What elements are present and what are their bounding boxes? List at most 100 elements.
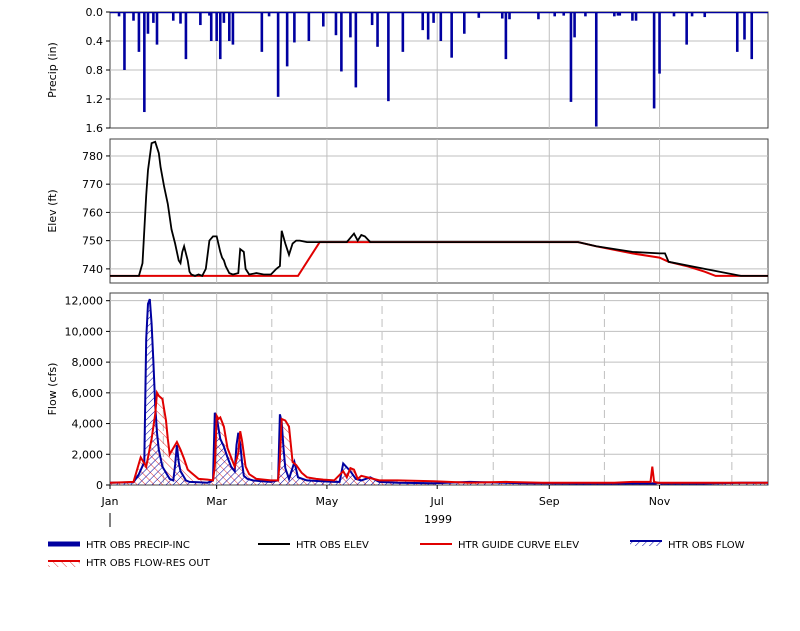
hydrograph-chart: 0.0 0.4 0.8 1.2 1.6 740 750 760 770 780 0 2,000 4,00… (46, 6, 769, 569)
flow-xtick-label: Nov (649, 495, 671, 508)
precip-bar (690, 12, 694, 17)
precip-bar (184, 12, 188, 60)
year-label: 1999 (424, 513, 452, 526)
precip-ytick-label: 1.2 (86, 93, 104, 106)
precip-bar (743, 12, 746, 40)
precip-bar (569, 12, 573, 102)
precip-bar (218, 12, 222, 60)
precip-bar (228, 12, 231, 41)
precip-bar (634, 12, 638, 21)
precip-bar (450, 12, 453, 58)
precip-bar (750, 12, 754, 60)
precip-bar (370, 12, 374, 26)
precip-bar (260, 12, 264, 52)
legend: HTR OBS PRECIP-INC HTR OBS ELEV HTR GUID… (48, 540, 745, 569)
precip-bar (340, 12, 343, 72)
precip-bar (421, 12, 425, 31)
flow-xtick-label: May (316, 495, 339, 508)
precip-bar (285, 12, 289, 67)
precip-bar (117, 12, 121, 17)
precip-bar (376, 12, 379, 47)
flow-ytick-label: 12,000 (65, 295, 104, 308)
legend-label-guide-curve: HTR GUIDE CURVE ELEV (458, 540, 579, 551)
legend-label-res-out: HTR OBS FLOW-RES OUT (86, 558, 211, 569)
precip-bar (171, 12, 175, 21)
precip-bar (293, 12, 296, 43)
precip-bar (123, 12, 126, 70)
precip-bar (143, 12, 146, 113)
legend-label-precip: HTR OBS PRECIP-INC (86, 540, 190, 551)
precip-bar (500, 12, 504, 19)
precip-bar (231, 12, 235, 45)
flow-ylabel: Flow (cfs) (46, 363, 59, 416)
precip-bar (215, 12, 218, 41)
legend-item-obs-flow: HTR OBS FLOW (630, 540, 745, 551)
elev-ytick-label: 780 (82, 150, 103, 163)
precip-bar (276, 12, 280, 97)
precip-ylabel: Precip (in) (46, 42, 59, 98)
precip-bar (594, 12, 598, 127)
chart-root: 0.0 0.4 0.8 1.2 1.6 740 750 760 770 780 0 2,000 4,00… (0, 0, 800, 627)
flow-ytick-label: 0 (96, 479, 103, 492)
precip-bar (137, 12, 141, 52)
precip-bar (658, 12, 661, 74)
precip-bar (267, 12, 271, 17)
precip-bar (354, 12, 358, 88)
precip-ytick-label: 0.8 (86, 64, 104, 77)
legend-label-obs-flow: HTR OBS FLOW (668, 540, 745, 551)
precip-ytick-label: 0.4 (86, 35, 104, 48)
legend-item-res-out: HTR OBS FLOW-RES OUT (48, 558, 211, 569)
flow-ytick-label: 4,000 (72, 418, 104, 431)
precip-bar (652, 12, 656, 109)
precip-ytick-label: 1.6 (86, 122, 104, 135)
legend-label-obs-elev: HTR OBS ELEV (296, 540, 369, 551)
precip-bar (401, 12, 405, 52)
flow-xtick-label: Mar (206, 495, 227, 508)
precip-bar (508, 12, 511, 20)
precip-bar (685, 12, 688, 45)
precip-bar (463, 12, 466, 34)
elev-ytick-label: 750 (82, 235, 103, 248)
flow-xtick-label: Jan (101, 495, 119, 508)
legend-item-guide-curve: HTR GUIDE CURVE ELEV (420, 540, 579, 551)
elev-ytick-label: 760 (82, 206, 103, 219)
flow-ytick-label: 8,000 (72, 356, 104, 369)
precip-bar (179, 12, 182, 24)
precip-bar (155, 12, 159, 45)
precip-bar (322, 12, 325, 27)
flow-xtick-label: Sep (539, 495, 560, 508)
flow-panel-frame (109, 292, 769, 486)
precip-bar (432, 12, 435, 23)
precip-bar (537, 12, 540, 20)
elev-ytick-label: 770 (82, 178, 103, 191)
precip-ytick-label: 0.0 (86, 6, 104, 19)
precip-bar (349, 12, 352, 38)
precip-bar (387, 12, 390, 102)
precip-bar (672, 12, 676, 17)
precip-bar (735, 12, 739, 52)
flow-ytick-label: 6,000 (72, 387, 104, 400)
precip-bar (146, 12, 150, 34)
precip-bar (703, 12, 707, 18)
flow-xtick-label: Jul (430, 495, 444, 508)
legend-item-obs-elev: HTR OBS ELEV (258, 540, 369, 551)
precip-bar (562, 12, 566, 16)
precip-bar (584, 12, 587, 17)
precip-bar (426, 12, 430, 40)
elev-ytick-label: 740 (82, 263, 103, 276)
flow-ytick-label: 2,000 (72, 448, 104, 461)
precip-bar (334, 12, 338, 36)
precip-bar (613, 12, 616, 17)
precip-bar (618, 12, 622, 16)
legend-item-precip: HTR OBS PRECIP-INC (48, 540, 190, 551)
precip-bar (439, 12, 443, 41)
flow-ytick-label: 10,000 (65, 325, 104, 338)
precip-bar (209, 12, 213, 41)
precip-bar (222, 12, 226, 23)
precip-bar (132, 12, 135, 21)
precip-bar (631, 12, 634, 21)
precip-bar (307, 12, 311, 41)
precip-bar (152, 12, 155, 23)
precip-bar (573, 12, 576, 38)
precip-bar (477, 12, 481, 18)
